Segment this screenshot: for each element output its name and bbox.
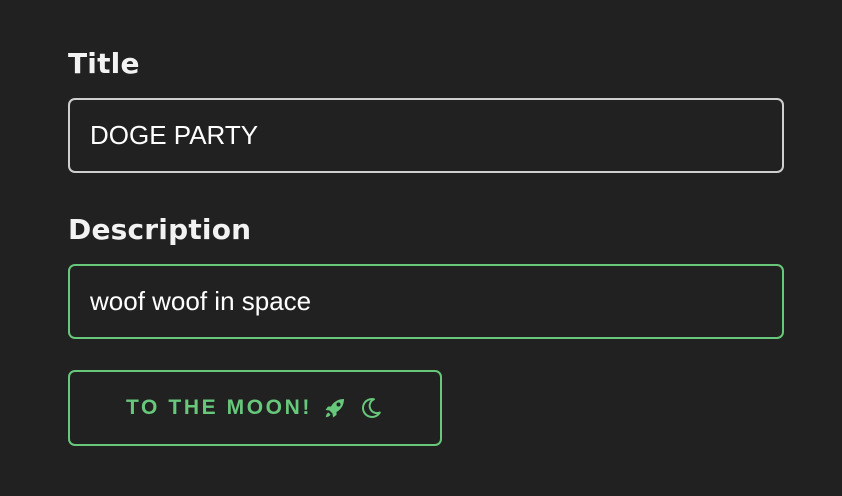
crescent-moon-icon <box>358 395 384 421</box>
to-the-moon-button-label: TO THE MOON! <box>126 396 312 419</box>
title-input[interactable] <box>68 98 784 173</box>
title-label: Title <box>68 47 140 80</box>
to-the-moon-button[interactable]: TO THE MOON! <box>68 370 442 446</box>
description-label: Description <box>68 213 252 246</box>
rocket-icon <box>322 395 348 421</box>
description-input[interactable] <box>68 264 784 339</box>
